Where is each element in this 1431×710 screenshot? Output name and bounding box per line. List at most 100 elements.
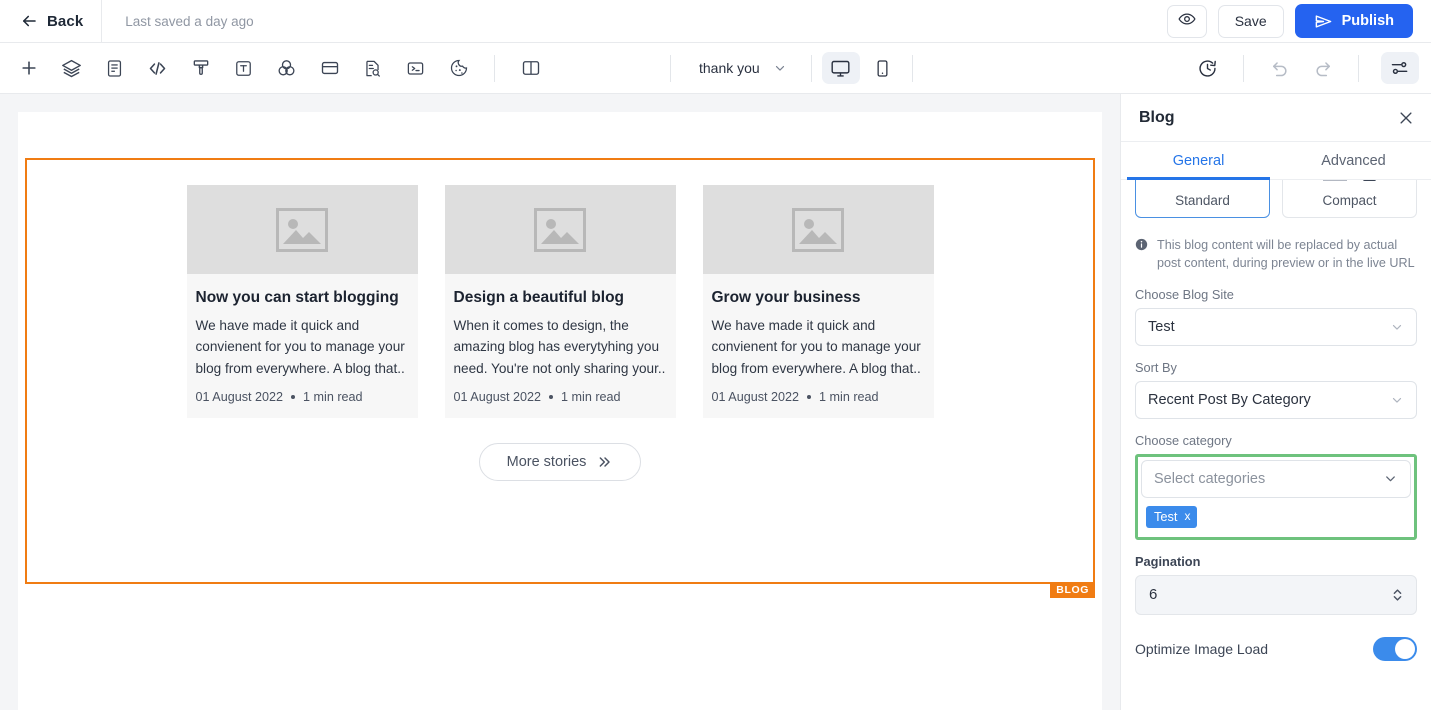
close-icon[interactable]: x — [1184, 509, 1190, 523]
split-panel-icon[interactable] — [517, 55, 544, 82]
category-chip-label: Test — [1154, 508, 1178, 524]
card-excerpt: When it comes to design, the amazing blo… — [453, 318, 666, 376]
back-button[interactable]: Back — [0, 0, 101, 42]
sliders-icon[interactable] — [1381, 52, 1419, 84]
card-thumbnail — [702, 185, 934, 274]
meta-separator-dot — [549, 394, 554, 399]
save-label: Save — [1234, 13, 1267, 29]
divider — [494, 54, 495, 82]
card-excerpt: We have made it quick and convienent for… — [711, 318, 921, 376]
optimize-image-load-row: Optimize Image Load — [1135, 636, 1417, 661]
desktop-icon[interactable] — [821, 52, 860, 84]
card-body: Now you can start blogging We have made … — [187, 274, 418, 418]
divider — [911, 54, 913, 82]
layout-option-label: Compact — [1322, 193, 1377, 208]
blog-card[interactable]: Now you can start blogging We have made … — [186, 185, 418, 418]
card-meta: 01 August 2022 1 min read — [196, 390, 409, 418]
close-icon[interactable] — [1397, 109, 1415, 127]
double-chevron-right-icon — [597, 454, 613, 470]
brush-icon[interactable] — [187, 55, 214, 82]
chevron-down-icon — [1390, 393, 1404, 407]
publish-button[interactable]: Publish — [1294, 4, 1413, 38]
terminal-icon[interactable] — [402, 55, 429, 82]
text-box-icon[interactable] — [230, 55, 257, 82]
color-blend-icon[interactable] — [273, 55, 300, 82]
page-title: Blog — [1139, 108, 1175, 126]
divider — [1358, 54, 1359, 82]
divider — [670, 54, 671, 82]
card-body: Design a beautiful blog When it comes to… — [445, 274, 676, 418]
more-stories-button[interactable]: More stories — [478, 442, 642, 481]
card-date: 01 August 2022 — [453, 389, 542, 404]
add-icon[interactable] — [15, 55, 42, 82]
image-placeholder-icon — [276, 207, 328, 252]
blog-card[interactable]: Grow your business We have made it quick… — [702, 185, 934, 418]
top-bar-actions: Save Publish — [1166, 4, 1431, 38]
undo-icon[interactable] — [1266, 55, 1293, 82]
eye-icon — [1178, 10, 1196, 33]
category-select[interactable]: Select categories — [1141, 459, 1411, 498]
mobile-icon[interactable] — [864, 52, 902, 84]
pagination-label: Pagination — [1135, 553, 1201, 569]
sort-by-label: Sort By — [1135, 359, 1177, 375]
chevron-down-icon — [773, 61, 787, 75]
card-thumbnail — [186, 185, 418, 274]
image-placeholder-icon — [792, 207, 844, 252]
save-button[interactable]: Save — [1217, 4, 1284, 38]
page-selector[interactable]: thank you — [685, 53, 801, 83]
canvas-viewport[interactable]: Now you can start blogging We have made … — [0, 94, 1120, 710]
send-icon — [1314, 12, 1333, 31]
preview-button[interactable] — [1166, 4, 1207, 38]
sort-by-value: Recent Post By Category — [1148, 391, 1311, 408]
back-label: Back — [47, 12, 84, 30]
layout-options: Standard Compact — [1135, 180, 1417, 218]
pages-icon[interactable] — [101, 55, 128, 82]
pagination-value: 6 — [1149, 586, 1158, 603]
canvas-page[interactable]: Now you can start blogging We have made … — [18, 112, 1102, 710]
sort-by-select[interactable]: Recent Post By Category — [1135, 380, 1417, 419]
card-meta: 01 August 2022 1 min read — [712, 390, 925, 418]
info-message: This blog content will be replaced by ac… — [1135, 236, 1417, 273]
seo-doc-icon[interactable] — [359, 55, 386, 82]
layout-option-standard[interactable]: Standard — [1135, 180, 1270, 218]
blog-section-selected[interactable]: Now you can start blogging We have made … — [25, 158, 1095, 598]
tab-advanced[interactable]: Advanced — [1276, 142, 1431, 179]
compact-layout-glyph — [1321, 180, 1379, 193]
history-clock-icon[interactable] — [1194, 55, 1221, 82]
chevron-down-icon — [1383, 471, 1398, 486]
category-chip[interactable]: Test x — [1146, 505, 1198, 528]
divider — [1243, 54, 1244, 82]
blog-site-select[interactable]: Test — [1135, 307, 1417, 346]
blog-cards-row: Now you can start blogging We have made … — [27, 160, 1093, 418]
card-title: Design a beautiful blog — [453, 289, 625, 306]
layout-option-label: Standard — [1175, 193, 1230, 208]
card-body: Grow your business We have made it quick… — [703, 274, 934, 418]
card-read-time: 1 min read — [819, 389, 879, 404]
card-read-time: 1 min read — [303, 389, 363, 404]
blog-site-value: Test — [1148, 318, 1175, 335]
cookie-icon[interactable] — [445, 55, 472, 82]
container-icon[interactable] — [316, 55, 343, 82]
optimize-image-load-label: Optimize Image Load — [1135, 640, 1269, 657]
panel-tabs: General Advanced — [1121, 142, 1431, 180]
category-highlight-box: Select categories Test x — [1135, 453, 1417, 540]
meta-separator-dot — [807, 394, 812, 399]
code-icon[interactable] — [144, 55, 171, 82]
blog-card[interactable]: Design a beautiful blog When it comes to… — [444, 185, 676, 418]
card-read-time: 1 min read — [561, 389, 621, 404]
device-toggle-group — [821, 52, 902, 84]
tab-general[interactable]: General — [1121, 142, 1276, 180]
card-thumbnail — [444, 185, 676, 274]
pagination-stepper[interactable]: 6 — [1135, 574, 1417, 615]
card-excerpt: We have made it quick and convienent for… — [195, 318, 405, 376]
toggle-knob — [1395, 638, 1415, 659]
selected-categories: Test x — [1141, 498, 1411, 534]
blog-site-label: Choose Blog Site — [1135, 286, 1234, 302]
panel-header: Blog — [1121, 94, 1431, 142]
redo-icon[interactable] — [1309, 55, 1336, 82]
layers-icon[interactable] — [58, 55, 85, 82]
stepper-arrows-icon[interactable] — [1392, 587, 1403, 603]
layout-option-compact[interactable]: Compact — [1282, 180, 1417, 218]
info-icon — [1135, 238, 1148, 273]
optimize-image-load-toggle[interactable] — [1373, 636, 1417, 661]
